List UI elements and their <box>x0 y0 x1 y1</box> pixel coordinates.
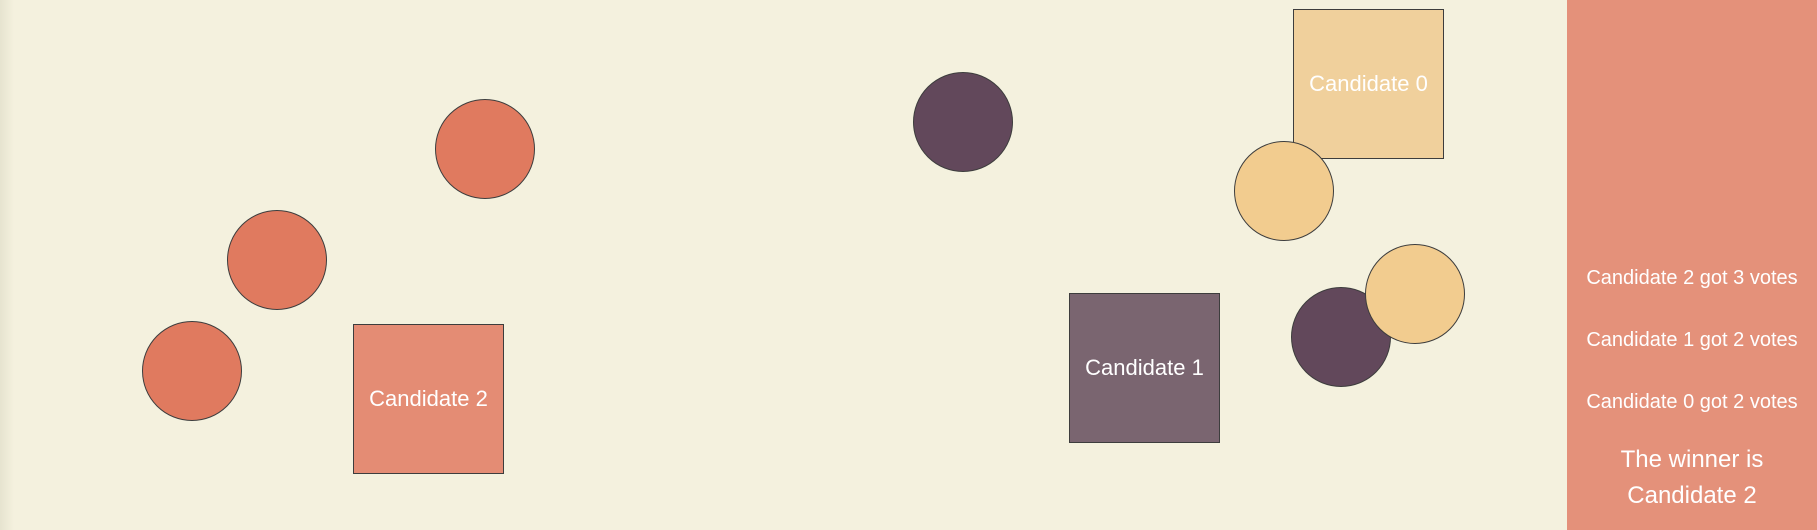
candidate-0-square[interactable]: Candidate 0 <box>1293 9 1444 159</box>
candidate-label: Candidate 2 <box>369 386 488 411</box>
voting-canvas: Candidate 0 Candidate 1 Candidate 2 <box>0 0 1567 530</box>
voter-circle[interactable] <box>1365 244 1465 344</box>
voter-circle[interactable] <box>913 72 1013 172</box>
winner-announcement: The winner is Candidate 2 <box>1567 442 1817 514</box>
candidate-label: Candidate 1 <box>1085 355 1204 380</box>
result-line: Candidate 0 got 2 votes <box>1586 391 1798 413</box>
results-panel: Candidate 2 got 3 votes Candidate 1 got … <box>1567 0 1817 530</box>
candidate-label: Candidate 0 <box>1309 71 1428 96</box>
winner-heading: The winner is <box>1620 446 1764 473</box>
candidate-2-square[interactable]: Candidate 2 <box>353 324 504 474</box>
result-line: Candidate 1 got 2 votes <box>1586 329 1798 351</box>
voter-circle[interactable] <box>142 321 242 421</box>
result-line: Candidate 2 got 3 votes <box>1586 267 1798 289</box>
voter-circle[interactable] <box>227 210 327 310</box>
winner-name: Candidate 2 <box>1627 482 1757 509</box>
candidate-1-square[interactable]: Candidate 1 <box>1069 293 1220 443</box>
voter-circle[interactable] <box>1234 141 1334 241</box>
voter-circle[interactable] <box>435 99 535 199</box>
